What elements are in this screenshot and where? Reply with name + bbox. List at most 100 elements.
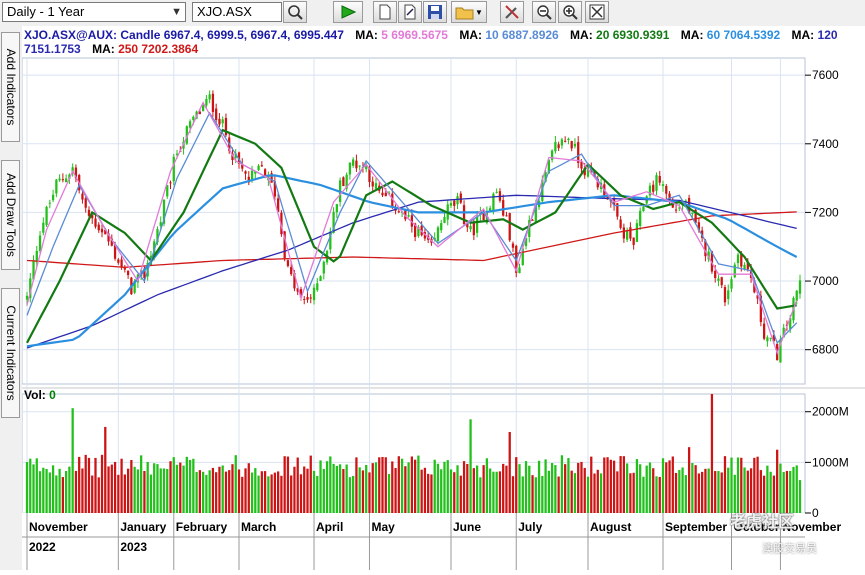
candle-body [443,216,446,223]
zoom-out-button[interactable] [532,1,556,23]
candle-body [665,186,668,194]
volume-bar [475,465,479,513]
new-doc-button[interactable] [373,1,397,23]
volume-bar [701,471,704,513]
volume-bar [564,464,567,513]
volume-bar [136,469,140,513]
volume-bar [100,454,104,513]
volume-bar [267,476,270,513]
candle-body [723,287,727,303]
candle-body [531,219,534,221]
candle-body [622,227,626,239]
candle-body [211,93,215,112]
candle-body [126,270,130,276]
volume-bar [133,466,136,513]
volume-bar [707,468,710,513]
volume-bar [257,475,260,513]
volume-bar [580,461,583,513]
volume-bar [48,472,51,513]
price-chart[interactable]: 6800 7000 7200 7400 7600 0 1000M 2000M November J… [21,26,865,570]
volume-bar [573,473,577,513]
volume-bar [740,457,743,513]
legend-ma-label: MA: [788,28,818,42]
volume-bar [394,468,397,513]
volume-bar [365,464,368,513]
play-button[interactable] [333,1,363,23]
candle-body [45,206,48,225]
edit-doc-button[interactable] [398,1,422,23]
volume-bar [453,472,456,513]
chart-area[interactable]: 6800 7000 7200 7400 7600 0 1000M 2000M November J… [21,26,865,570]
volume-bar [505,465,508,513]
volume-bar [42,467,45,513]
symbol-input[interactable]: XJO.ASX [192,2,282,22]
candle-body [312,287,316,301]
zoom-fit-button[interactable] [585,1,609,23]
save-button[interactable] [423,1,447,23]
month-tick-label: May [371,520,395,534]
volume-bar [645,465,648,513]
candle-body [502,200,505,216]
period-select[interactable]: Daily - 1 Year ▼ [2,2,186,22]
volume-bar [65,471,68,513]
volume-bar [674,472,678,513]
volume-bar [430,474,433,513]
tab-add-indicators[interactable]: Add Indicators [1,32,20,142]
volume-bar [632,472,635,513]
volume-bar [443,461,446,513]
candle-body [306,297,309,300]
candle-body [456,196,459,205]
dropdown-icon: ▼ [475,7,483,17]
zoom-in-button[interactable] [558,1,582,23]
volume-bar [32,464,35,513]
candle-body [188,121,192,128]
volume-bar [427,473,430,513]
tab-current-indicators[interactable]: Current Indicators [1,288,20,418]
volume-bar [345,464,348,513]
candle-body [371,181,374,187]
volume-bar [459,475,462,513]
candle-body [215,108,218,120]
volume-bar [665,462,668,513]
volume-bar [140,455,143,513]
month-tick-label: June [453,520,481,534]
tab-add-draw-tools[interactable]: Add Draw Tools [1,160,20,270]
year-tick-label: 2023 [120,540,147,554]
volume-bar [156,464,159,513]
price-tick-label: 7400 [812,137,839,151]
watermark-text: 老虎社区 [730,514,795,531]
legend-ma-label: MA: [455,28,486,42]
volume-bar [322,468,325,513]
search-button[interactable] [283,1,307,23]
chart-legend: XJO.ASX@AUX: Candle 6967.4, 6999.5, 6967… [24,28,864,56]
candle-body [81,193,84,200]
toolbar: Daily - 1 Year ▼ XJO.ASX ▼ [0,0,865,27]
open-folder-button[interactable]: ▼ [451,1,487,23]
volume-bar [335,465,338,513]
volume-bar [495,471,498,513]
month-tick-label: February [176,520,228,534]
candle-body [449,202,453,206]
volume-bar [567,458,570,513]
volume-bar [749,468,753,513]
price-tick-label: 7000 [812,274,839,288]
volume-bar [120,458,123,513]
candle-body [257,165,260,171]
volume-bar [577,462,580,513]
volume-bar [642,476,645,513]
tools-button[interactable] [500,1,524,23]
candle-body [440,223,443,231]
candle-body [100,228,104,233]
volume-bar [570,470,573,513]
volume-bar [404,466,407,513]
volume-bar [687,447,691,513]
volume-bar [502,463,505,513]
candle-body [123,267,126,270]
candle-body [560,139,564,146]
candle-body [48,202,51,204]
volume-bar [263,471,267,513]
volume-bar [332,463,335,513]
candle-body [316,283,319,291]
candle-body [658,176,661,183]
candle-body [495,191,498,193]
